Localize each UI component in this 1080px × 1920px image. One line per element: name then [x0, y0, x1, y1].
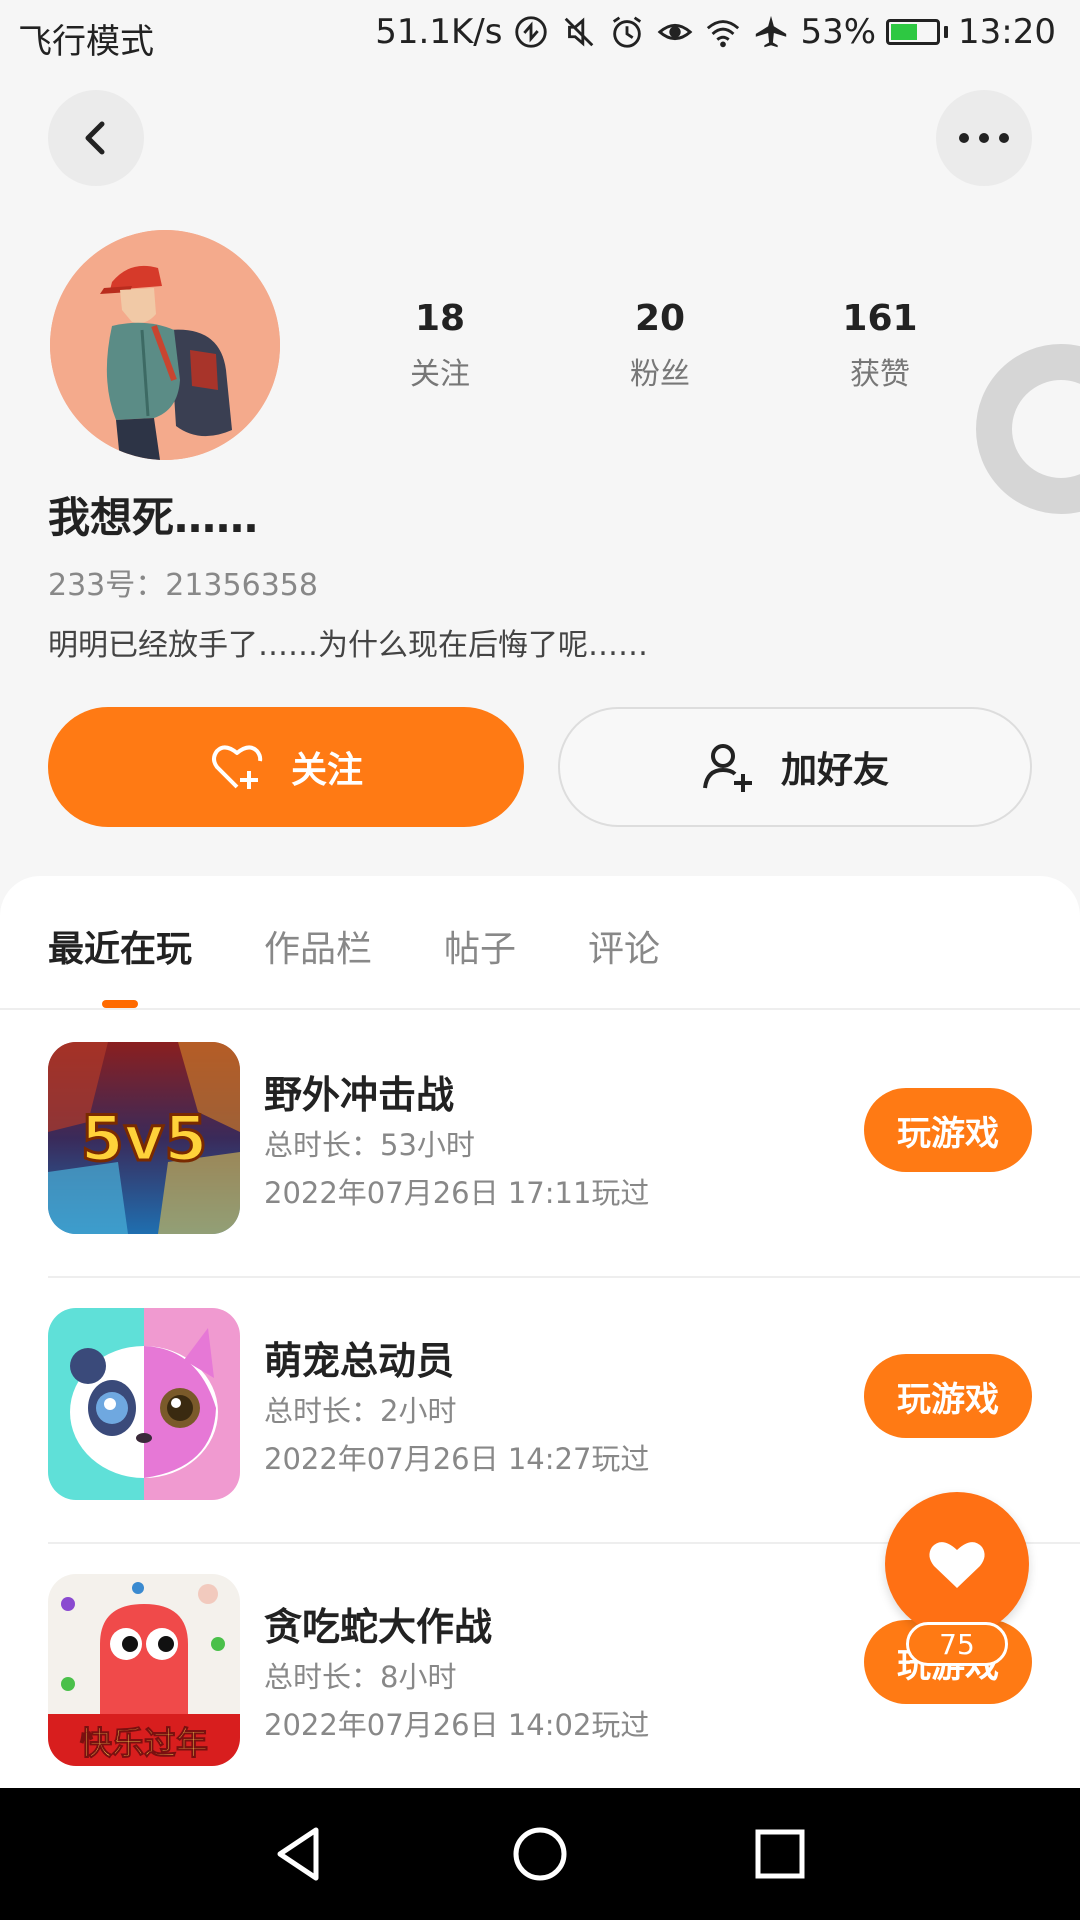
- like-count: 75: [906, 1622, 1008, 1666]
- follow-label: 关注: [290, 750, 363, 791]
- battery-percent: 53%: [800, 12, 877, 52]
- game-icon-text: 5v5: [81, 1102, 208, 1175]
- stat-fans[interactable]: 20 粉丝: [550, 298, 770, 393]
- add-user-icon: [702, 744, 752, 792]
- nav-back-icon[interactable]: [264, 1818, 336, 1890]
- chevron-left-icon: [85, 121, 105, 155]
- game-icon: 5v5: [48, 1042, 240, 1234]
- mute-icon: [565, 17, 594, 47]
- nav-recents-icon[interactable]: [744, 1818, 816, 1890]
- tab-comments[interactable]: 评论: [588, 920, 660, 972]
- play-game-button[interactable]: 玩游戏: [864, 1088, 1032, 1172]
- game-last-played: 2022年07月26日 17:11玩过: [264, 1176, 650, 1210]
- heart-icon: [929, 1542, 985, 1588]
- nav-home-icon[interactable]: [504, 1818, 576, 1890]
- user-id: 233号：21356358: [48, 568, 318, 603]
- follow-button[interactable]: 关注: [48, 707, 524, 827]
- stat-likes[interactable]: 161 获赞: [770, 298, 990, 393]
- game-duration: 总时长：8小时: [264, 1660, 457, 1694]
- game-duration: 总时长：53小时: [264, 1128, 475, 1162]
- profile-stats: 18 关注 20 粉丝 161 获赞: [330, 298, 990, 393]
- bio: 明明已经放手了……为什么现在后悔了呢……: [48, 628, 648, 663]
- game-name: 贪吃蛇大作战: [264, 1605, 493, 1649]
- fans-label: 粉丝: [630, 357, 690, 392]
- wifi-icon: [707, 20, 740, 48]
- system-nav-bar: [0, 1788, 1080, 1920]
- add-friend-label: 加好友: [780, 750, 889, 791]
- network-speed: 51.1K/s: [375, 12, 503, 52]
- more-dots-icon: [959, 133, 1009, 143]
- profile-page: 飞行模式 51.1K/s 53% 13:20 18 关注 20 粉丝 161 获…: [0, 0, 1080, 1920]
- heart-plus-icon: [211, 745, 263, 789]
- loading-ring: [976, 344, 1080, 514]
- profile-tabs: 最近在玩 作品栏 帖子 评论: [0, 876, 1080, 1010]
- avatar-illustration: [50, 230, 280, 460]
- tab-posts[interactable]: 帖子: [444, 920, 516, 972]
- game-icon: [48, 1308, 240, 1500]
- following-label: 关注: [410, 357, 470, 392]
- game-icon: 快乐过年: [48, 1574, 240, 1766]
- game-last-played: 2022年07月26日 14:02玩过: [264, 1708, 650, 1742]
- game-name: 野外冲击战: [264, 1073, 455, 1117]
- play-game-button[interactable]: 玩游戏: [864, 1354, 1032, 1438]
- back-button[interactable]: [48, 90, 144, 186]
- nickname: 我想死……: [48, 493, 259, 542]
- status-icons: 51.1K/s 53% 13:20: [375, 12, 1056, 52]
- likes-count: 161: [842, 298, 918, 339]
- fans-count: 20: [634, 298, 686, 339]
- game-icon-text: 快乐过年: [80, 1724, 208, 1762]
- avatar[interactable]: [50, 230, 280, 460]
- game-duration: 总时长：2小时: [264, 1394, 457, 1428]
- clock: 13:20: [958, 12, 1056, 52]
- airplane-icon: [756, 15, 787, 48]
- eye-icon: [658, 23, 693, 41]
- game-name: 萌宠总动员: [264, 1339, 455, 1383]
- following-count: 18: [414, 298, 466, 339]
- tab-indicator: [102, 1000, 138, 1008]
- airplane-mode-label: 飞行模式: [18, 22, 154, 62]
- game-row[interactable]: 5v5 野外冲击战 总时长：53小时 2022年07月26日 17:11玩过 玩…: [48, 1010, 1080, 1278]
- alarm-icon: [613, 16, 642, 48]
- likes-label: 获赞: [850, 357, 910, 392]
- add-friend-button[interactable]: 加好友: [558, 707, 1032, 827]
- like-fab[interactable]: [885, 1492, 1029, 1636]
- game-last-played: 2022年07月26日 14:27玩过: [264, 1442, 650, 1476]
- tab-recently-played[interactable]: 最近在玩: [48, 920, 192, 972]
- data-saver-icon: [515, 16, 548, 48]
- tab-works[interactable]: 作品栏: [264, 920, 372, 972]
- battery-icon: [886, 19, 949, 45]
- stat-following[interactable]: 18 关注: [330, 298, 550, 393]
- more-button[interactable]: [936, 90, 1032, 186]
- status-bar: 飞行模式 51.1K/s 53% 13:20: [0, 0, 1080, 76]
